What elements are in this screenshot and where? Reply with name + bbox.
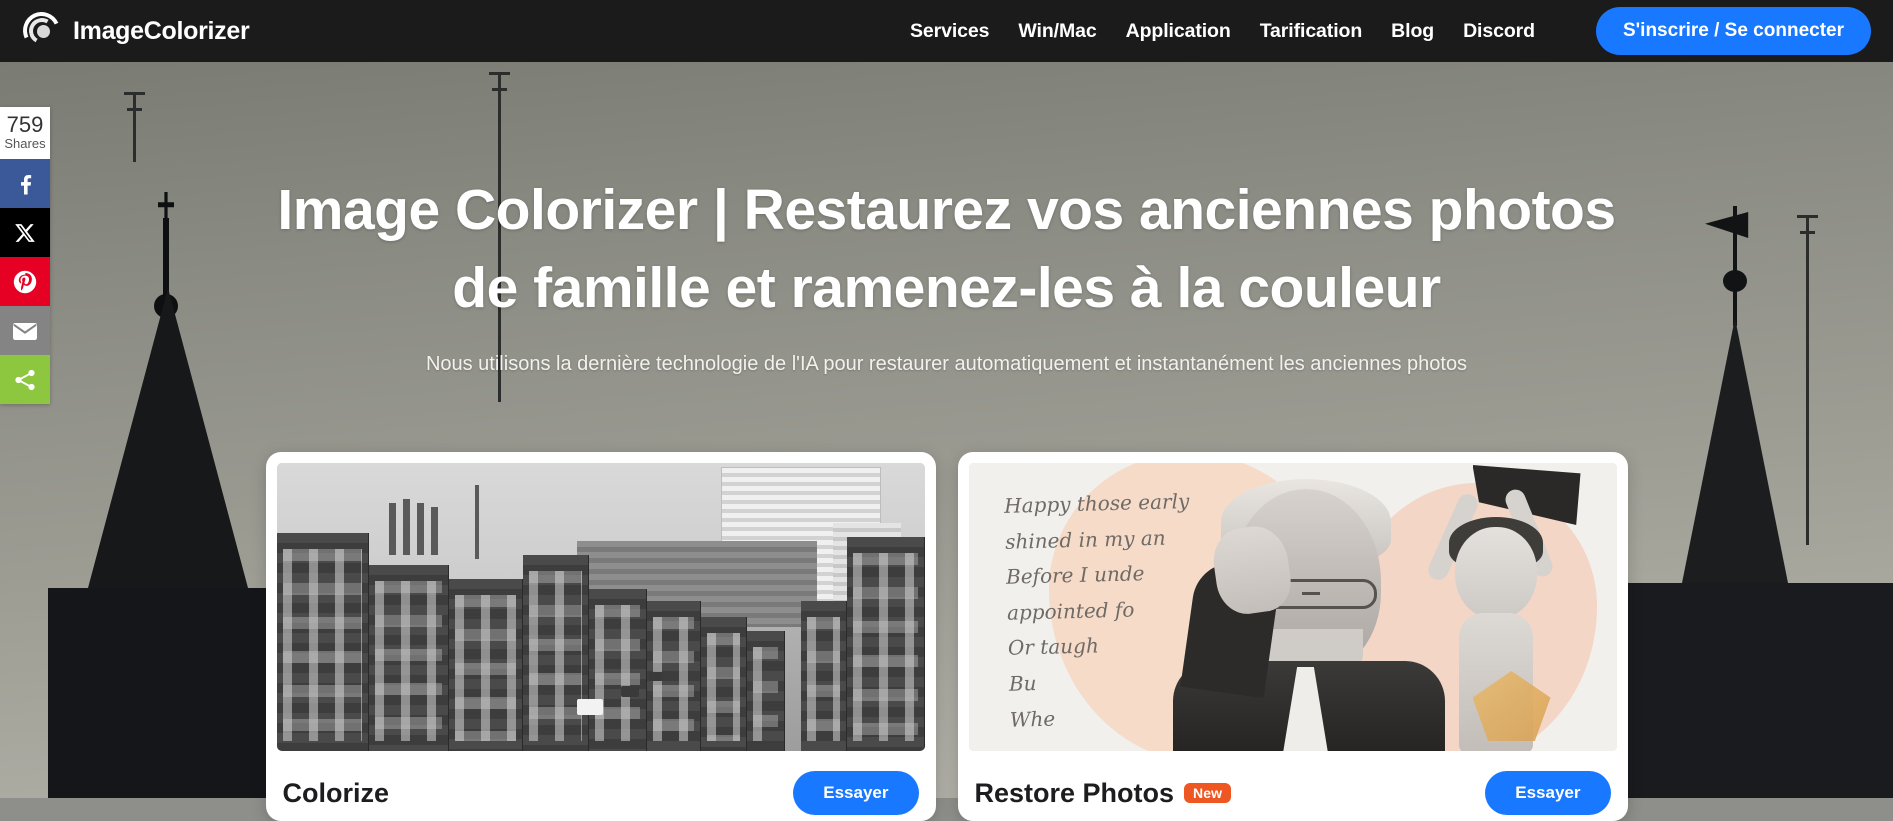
pinterest-icon — [13, 270, 37, 293]
share-count: 759 Shares — [0, 107, 50, 159]
nav-item-winmac[interactable]: Win/Mac — [1018, 20, 1096, 43]
social-share-rail: 759 Shares — [0, 107, 50, 404]
status-badge-new: New — [1184, 783, 1232, 803]
logo-text: ImageColorizer — [73, 16, 250, 45]
card-restore-title: Restore Photos New — [975, 778, 1232, 809]
elderly-man-photo-decor — [1159, 471, 1459, 751]
facebook-icon — [21, 174, 32, 194]
signup-login-button[interactable]: S'inscrire / Se connecter — [1595, 7, 1871, 55]
nav-item-services[interactable]: Services — [910, 20, 990, 43]
hero-content: Image Colorizer | Restaurez vos ancienne… — [0, 62, 1893, 379]
share-nodes-icon — [15, 369, 35, 390]
card-colorize-footer: Colorize Essayer — [277, 751, 925, 821]
x-twitter-icon — [15, 223, 35, 242]
card-colorize-image — [276, 463, 925, 751]
share-count-number: 759 — [6, 112, 44, 137]
main-navigation: Services Win/Mac Application Tarificatio… — [910, 0, 1893, 62]
feature-cards: Colorize Essayer Happy those early shine… — [0, 452, 1893, 821]
page-title: Image Colorizer | Restaurez vos ancienne… — [277, 178, 1616, 320]
site-header: ImageColorizer Services Win/Mac Applicat… — [0, 0, 1893, 62]
share-more-button[interactable] — [0, 355, 50, 404]
card-restore-image: Happy those early shined in my an Before… — [968, 463, 1617, 751]
share-facebook-button[interactable] — [0, 159, 50, 208]
card-colorize[interactable]: Colorize Essayer — [265, 452, 936, 821]
card-restore-photos[interactable]: Happy those early shined in my an Before… — [957, 452, 1628, 821]
share-count-label: Shares — [4, 136, 46, 151]
hero-subtitle: Nous utilisons la dernière technologie d… — [425, 353, 1468, 376]
nav-item-blog[interactable]: Blog — [1391, 20, 1434, 43]
card-colorize-title: Colorize — [282, 777, 390, 808]
card-restore-footer: Restore Photos New Essayer — [969, 751, 1617, 821]
share-email-button[interactable] — [0, 306, 50, 355]
swirl-logo-icon — [17, 6, 66, 55]
card-restore-title-text: Restore Photos — [974, 777, 1175, 808]
share-pinterest-button[interactable] — [0, 257, 50, 306]
card-restore-try-button[interactable]: Essayer — [1485, 771, 1611, 815]
nav-item-application[interactable]: Application — [1126, 20, 1231, 43]
email-icon — [13, 322, 37, 340]
card-colorize-try-button[interactable]: Essayer — [793, 771, 919, 815]
nav-item-discord[interactable]: Discord — [1463, 20, 1535, 43]
nav-item-tarification[interactable]: Tarification — [1260, 20, 1363, 43]
share-x-twitter-button[interactable] — [0, 208, 50, 257]
logo[interactable]: ImageColorizer — [17, 6, 250, 55]
